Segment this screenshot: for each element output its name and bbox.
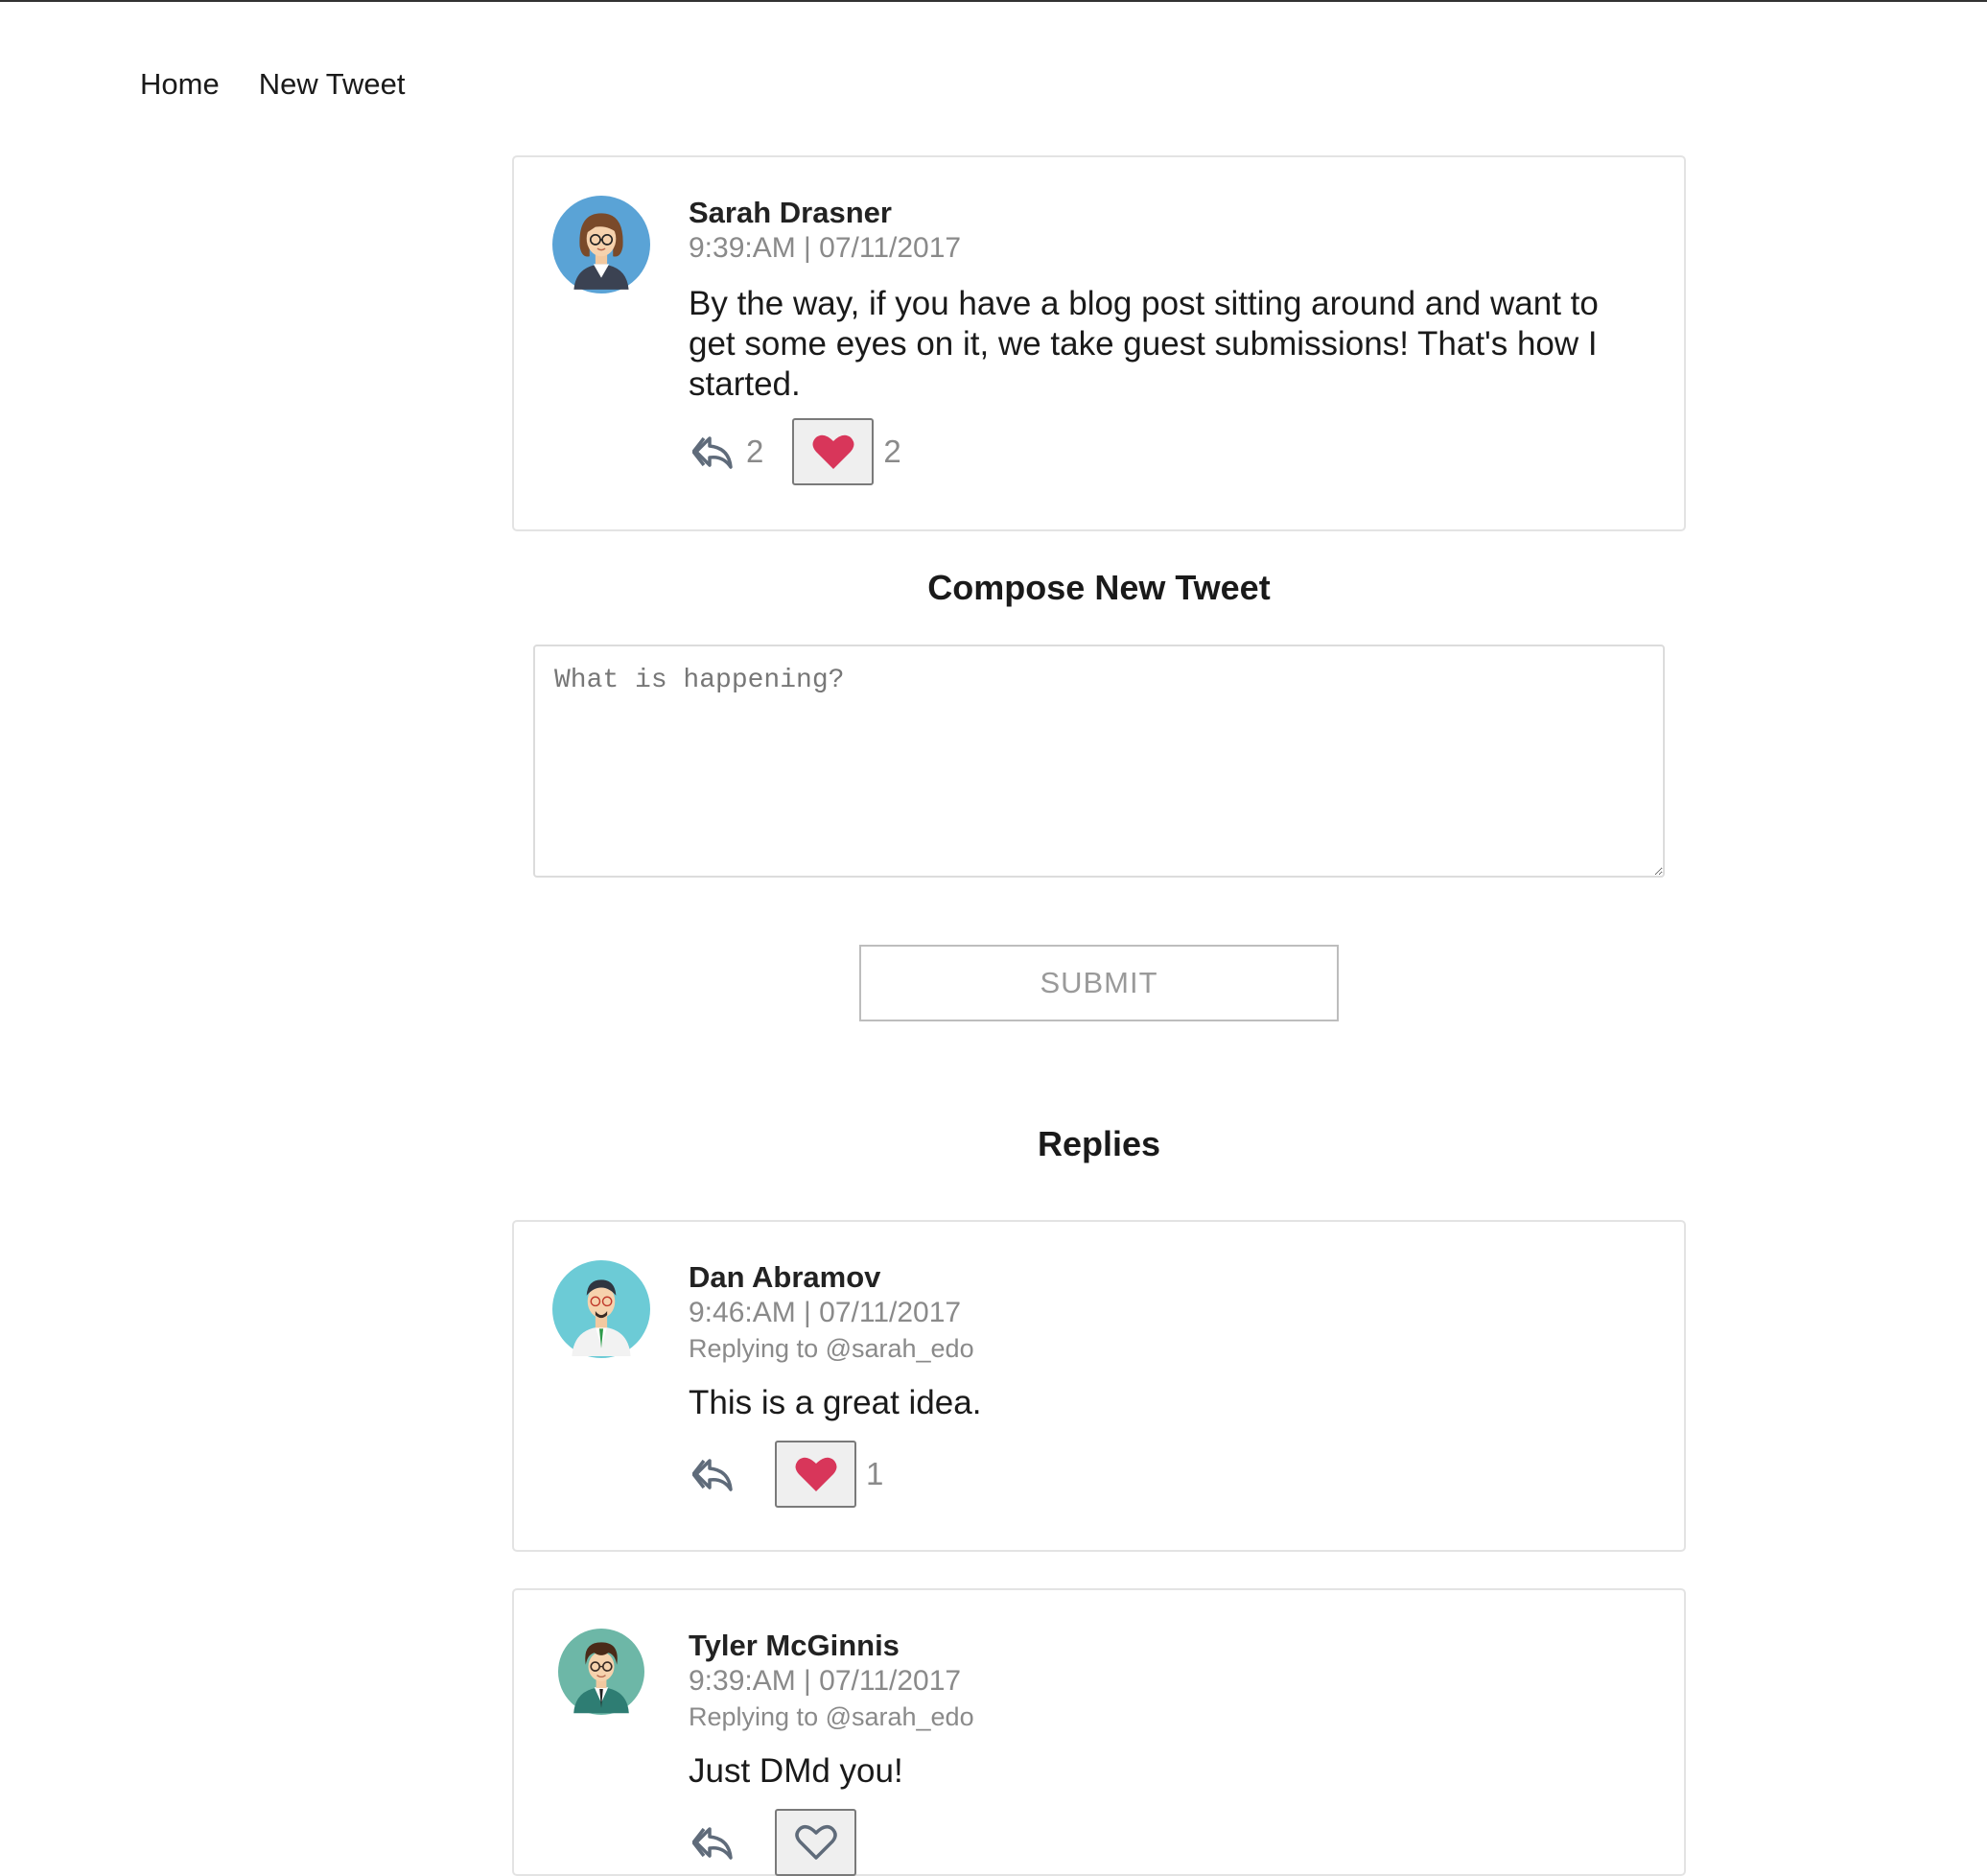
main-tweet-card[interactable]: Sarah Drasner 9:39:AM | 07/11/2017 By th… [512, 155, 1686, 531]
replying-to: Replying to @sarah_edo [689, 1702, 974, 1731]
tweet-author: Tyler McGinnis [689, 1629, 900, 1662]
like-button[interactable] [792, 418, 875, 485]
reply-tweet-card[interactable]: Dan Abramov 9:46:AM | 07/11/2017 Replyin… [512, 1220, 1686, 1552]
heart-filled-icon [795, 1457, 836, 1491]
tweet-info: Tyler McGinnis 9:39:AM | 07/11/2017 Repl… [689, 1629, 1626, 1792]
nav-new-tweet-link[interactable]: New Tweet [259, 67, 406, 102]
tweet-timestamp: 9:39:AM | 07/11/2017 [689, 232, 962, 264]
reply-icon[interactable] [689, 1817, 738, 1867]
tweet-text: By the way, if you have a blog post sitt… [689, 285, 1599, 403]
tweet-author: Sarah Drasner [689, 196, 892, 229]
tweet-timestamp: 9:39:AM | 07/11/2017 [689, 1665, 962, 1697]
reply-icon[interactable] [689, 1449, 738, 1499]
replying-to: Replying to @sarah_edo [689, 1334, 974, 1363]
reply-icon[interactable] [689, 427, 738, 477]
like-count: 1 [866, 1456, 884, 1491]
tweet-info: Dan Abramov 9:46:AM | 07/11/2017 Replyin… [689, 1260, 1626, 1423]
tweet-actions [689, 1809, 856, 1876]
heart-outline-icon [794, 1825, 837, 1860]
replies-title: Replies [1037, 1124, 1161, 1163]
tweet-text: This is a great idea. [689, 1384, 982, 1421]
tweet-actions: 1 [689, 1441, 883, 1508]
tweet-timestamp: 9:46:AM | 07/11/2017 [689, 1297, 962, 1328]
tweet-actions: 2 2 [689, 418, 901, 485]
like-count: 2 [883, 434, 901, 469]
nav-home-link[interactable]: Home [140, 67, 220, 102]
tweet-text: Just DMd you! [689, 1752, 903, 1790]
reply-arrow-icon [692, 1459, 733, 1491]
reply-count: 2 [746, 434, 764, 469]
avatar-sarah-drasner [552, 196, 650, 293]
reply-arrow-icon [692, 436, 733, 469]
like-button[interactable] [775, 1809, 856, 1876]
avatar-tyler-mcginnis [558, 1629, 644, 1715]
avatar-dan-abramov [552, 1260, 650, 1358]
tweet-author: Dan Abramov [689, 1260, 881, 1294]
top-nav: Home New Tweet [140, 67, 405, 102]
submit-button[interactable]: SUBMIT [859, 945, 1339, 1021]
like-button[interactable] [775, 1441, 856, 1508]
reply-tweet-card[interactable]: Tyler McGinnis 9:39:AM | 07/11/2017 Repl… [512, 1588, 1686, 1876]
heart-filled-icon [812, 434, 854, 469]
tweet-info: Sarah Drasner 9:39:AM | 07/11/2017 By th… [689, 196, 1626, 405]
reply-arrow-icon [692, 1827, 733, 1860]
compose-title: Compose New Tweet [927, 568, 1271, 607]
compose-tweet-textarea[interactable] [533, 645, 1665, 878]
